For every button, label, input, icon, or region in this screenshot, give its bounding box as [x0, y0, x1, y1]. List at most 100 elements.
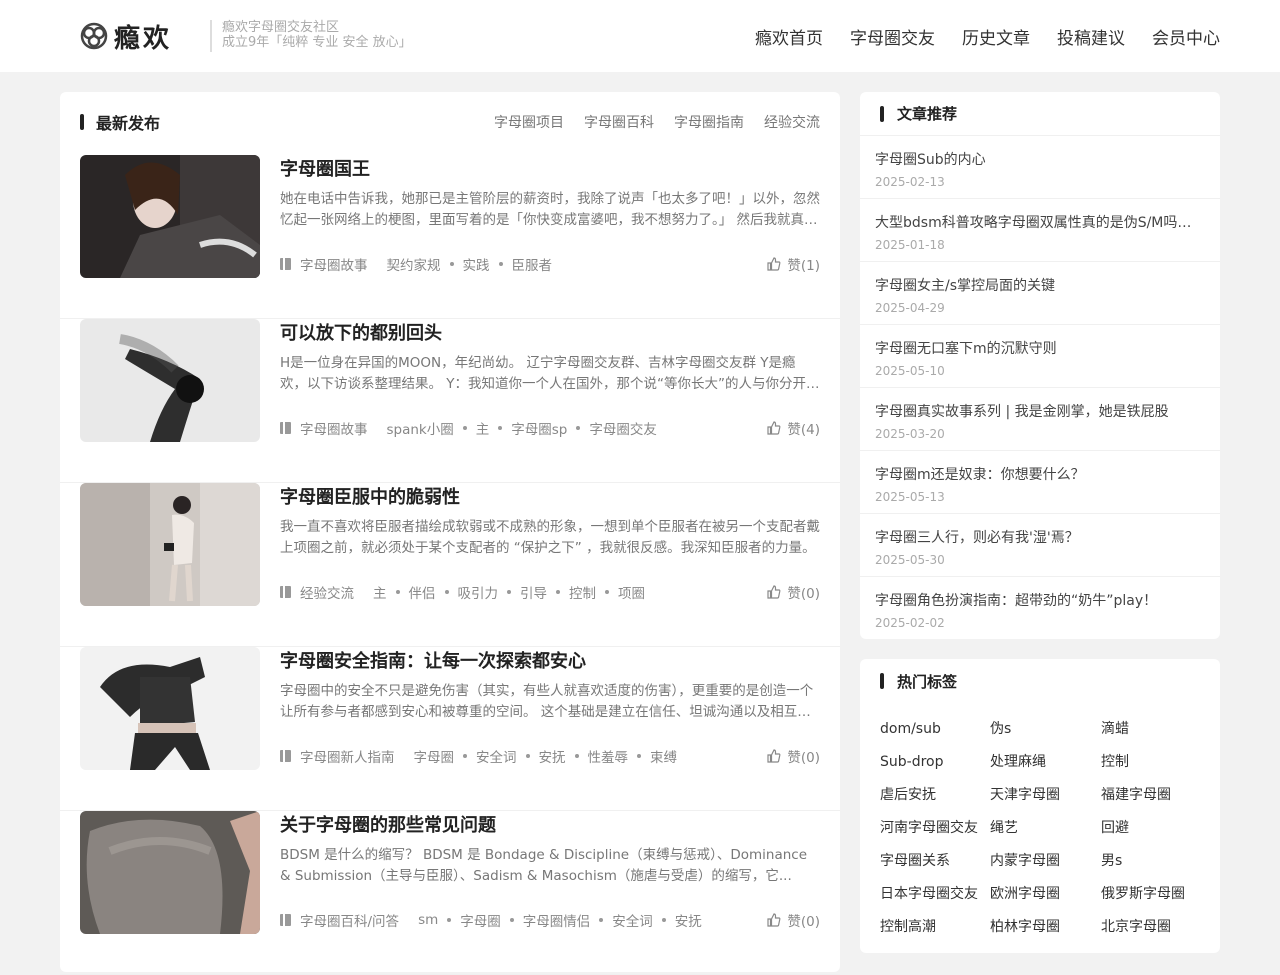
post-tag[interactable]: 控制 — [569, 582, 596, 602]
recommend-item-title[interactable]: 字母圈Sub的内心 — [875, 149, 1205, 169]
post-tag[interactable]: 字母圈 — [414, 746, 455, 766]
recommend-item[interactable]: 字母圈真实故事系列 | 我是金刚掌，她是铁屁股 2025-03-20 — [860, 388, 1220, 451]
recommend-item-title[interactable]: 字母圈真实故事系列 | 我是金刚掌，她是铁屁股 — [875, 401, 1205, 421]
post-category[interactable]: 字母圈新人指南 — [300, 746, 395, 766]
post-tag[interactable]: spank小圈 — [387, 418, 454, 438]
post-title[interactable]: 字母圈臣服中的脆弱性 — [280, 483, 460, 509]
recommend-item[interactable]: 字母圈女主/s掌控局面的关键 2025-04-29 — [860, 262, 1220, 325]
like-button[interactable]: 赞(4) — [767, 418, 820, 438]
recommend-item-title[interactable]: 字母圈三人行，则必有我'湿'焉？ — [875, 527, 1205, 547]
recommend-item[interactable]: 字母圈三人行，则必有我'湿'焉？ 2025-05-30 — [860, 514, 1220, 577]
recommend-item-title[interactable]: 字母圈m还是奴隶：你想要什么？ — [875, 464, 1205, 484]
post-thumbnail[interactable] — [80, 647, 260, 770]
post-tag[interactable]: 吸引力 — [458, 582, 499, 602]
post-tag[interactable]: 引导 — [520, 582, 547, 602]
post-item[interactable]: 字母圈安全指南：让每一次探索都安心 字母圈中的安全不只是避免伤害（其实，有些人就… — [60, 647, 840, 811]
category-icon — [280, 750, 291, 762]
recommend-item[interactable]: 大型bdsm科普攻略字母圈双属性真的是伪S/M吗？！ 2025-01-18 — [860, 199, 1220, 262]
tab-projects[interactable]: 字母圈项目 — [494, 112, 564, 132]
nav-dating[interactable]: 字母圈交友 — [850, 24, 935, 49]
hot-tag[interactable]: 回避 — [1101, 812, 1211, 845]
hot-tag[interactable]: 日本字母圈交友 — [880, 878, 990, 911]
tab-encyclopedia[interactable]: 字母圈百科 — [584, 112, 654, 132]
like-button[interactable]: 赞(0) — [767, 910, 820, 930]
hot-tag[interactable]: 字母圈关系 — [880, 845, 990, 878]
hot-tag[interactable]: 绳艺 — [990, 812, 1101, 845]
post-item[interactable]: 可以放下的都别回头 H是一位身在异国的MOON，年纪尚幼。 辽宁字母圈交友群、吉… — [60, 319, 840, 483]
post-category[interactable]: 字母圈故事 — [300, 254, 368, 274]
recommend-item[interactable]: 字母圈Sub的内心 2025-02-13 — [860, 136, 1220, 199]
hot-tag[interactable]: 内蒙字母圈 — [990, 845, 1101, 878]
post-thumbnail[interactable] — [80, 319, 260, 442]
recommend-item[interactable]: 字母圈m还是奴隶：你想要什么？ 2025-05-13 — [860, 451, 1220, 514]
hot-tag[interactable]: 北京字母圈 — [1101, 911, 1211, 944]
post-tag[interactable]: 字母圈 — [460, 910, 501, 930]
recommend-item[interactable]: 字母圈角色扮演指南：超带劲的“奶牛”play！ 2025-02-02 — [860, 577, 1220, 640]
post-tag[interactable]: 束缚 — [650, 746, 677, 766]
post-tag[interactable]: 安全词 — [612, 910, 653, 930]
hot-tag[interactable]: 天津字母圈 — [990, 779, 1101, 812]
tab-experience[interactable]: 经验交流 — [764, 112, 820, 132]
recommend-item-title[interactable]: 大型bdsm科普攻略字母圈双属性真的是伪S/M吗？！ — [875, 212, 1205, 232]
post-tag[interactable]: 实践 — [463, 254, 490, 274]
post-thumbnail[interactable] — [80, 483, 260, 606]
post-category[interactable]: 字母圈故事 — [300, 418, 368, 438]
post-title[interactable]: 关于字母圈的那些常见问题 — [280, 811, 496, 837]
recommend-item-title[interactable]: 字母圈女主/s掌控局面的关键 — [875, 275, 1205, 295]
nav-home[interactable]: 瘾欢首页 — [755, 24, 823, 49]
post-tag[interactable]: 字母圈sp — [511, 418, 567, 438]
post-thumbnail[interactable] — [80, 155, 260, 278]
post-tag[interactable]: 性羞辱 — [588, 746, 629, 766]
post-tag[interactable]: 安抚 — [675, 910, 702, 930]
post-tags: 字母圈 安全词 安抚 性羞辱 束缚 — [414, 746, 678, 766]
post-meta: 字母圈故事 契约家规 实践 臣服者 赞(1) — [280, 254, 820, 274]
hot-tag[interactable]: dom/sub — [880, 713, 990, 746]
hot-tags-header: 热门标签 — [860, 659, 1220, 703]
nav-member[interactable]: 会员中心 — [1152, 24, 1220, 49]
post-title[interactable]: 字母圈国王 — [280, 155, 370, 181]
post-tag[interactable]: 字母圈情侣 — [523, 910, 591, 930]
post-title[interactable]: 可以放下的都别回头 — [280, 319, 442, 345]
hot-tag[interactable]: Sub-drop — [880, 746, 990, 779]
hot-tag[interactable]: 控制 — [1101, 746, 1211, 779]
nav-submit[interactable]: 投稿建议 — [1057, 24, 1125, 49]
recommend-item-title[interactable]: 字母圈无口塞下m的沉默守则 — [875, 338, 1205, 358]
recommend-item-title[interactable]: 字母圈角色扮演指南：超带劲的“奶牛”play！ — [875, 590, 1205, 610]
hot-tag[interactable]: 滴蜡 — [1101, 713, 1211, 746]
hot-tag[interactable]: 柏林字母圈 — [990, 911, 1101, 944]
post-thumbnail[interactable] — [80, 811, 260, 934]
like-button[interactable]: 赞(1) — [767, 254, 820, 274]
post-tag[interactable]: 安抚 — [539, 746, 566, 766]
like-button[interactable]: 赞(0) — [767, 746, 820, 766]
hot-tag[interactable]: 伪s — [990, 713, 1101, 746]
post-item[interactable]: 关于字母圈的那些常见问题 BDSM 是什么的缩写？ BDSM 是 Bondage… — [60, 811, 840, 975]
post-tag[interactable]: 伴侣 — [409, 582, 436, 602]
post-title[interactable]: 字母圈安全指南：让每一次探索都安心 — [280, 647, 586, 673]
hot-tag[interactable]: 处理麻绳 — [990, 746, 1101, 779]
post-tag[interactable]: 臣服者 — [512, 254, 553, 274]
nav-history[interactable]: 历史文章 — [962, 24, 1030, 49]
post-category[interactable]: 字母圈百科/问答 — [300, 910, 399, 930]
recommend-item[interactable]: 字母圈无口塞下m的沉默守则 2025-05-10 — [860, 325, 1220, 388]
post-tag[interactable]: 项圈 — [618, 582, 645, 602]
post-tag[interactable]: 契约家规 — [387, 254, 441, 274]
hot-tag[interactable]: 男s — [1101, 845, 1211, 878]
logo-text: 瘾欢 — [114, 23, 173, 54]
hot-tag[interactable]: 虐后安抚 — [880, 779, 990, 812]
post-category[interactable]: 经验交流 — [300, 582, 354, 602]
tab-guide[interactable]: 字母圈指南 — [674, 112, 744, 132]
hot-tag[interactable]: 河南字母圈交友 — [880, 812, 990, 845]
hot-tag[interactable]: 福建字母圈 — [1101, 779, 1211, 812]
post-item[interactable]: 字母圈臣服中的脆弱性 我一直不喜欢将臣服者描绘成软弱或不成熟的形象，一想到单个臣… — [60, 483, 840, 647]
site-logo[interactable]: 瘾欢 — [80, 18, 172, 54]
hot-tag[interactable]: 控制高潮 — [880, 911, 990, 944]
post-tag[interactable]: 主 — [476, 418, 490, 438]
post-tag[interactable]: 字母圈交友 — [589, 418, 657, 438]
hot-tag[interactable]: 俄罗斯字母圈 — [1101, 878, 1211, 911]
hot-tag[interactable]: 欧洲字母圈 — [990, 878, 1101, 911]
post-tag[interactable]: sm — [418, 912, 438, 928]
post-tag[interactable]: 主 — [373, 582, 387, 602]
post-tag[interactable]: 安全词 — [476, 746, 517, 766]
post-item[interactable]: 字母圈国王 她在电话中告诉我，她那已是主管阶层的薪资时，我除了说声「也太多了吧！… — [60, 155, 840, 319]
like-button[interactable]: 赞(0) — [767, 582, 820, 602]
